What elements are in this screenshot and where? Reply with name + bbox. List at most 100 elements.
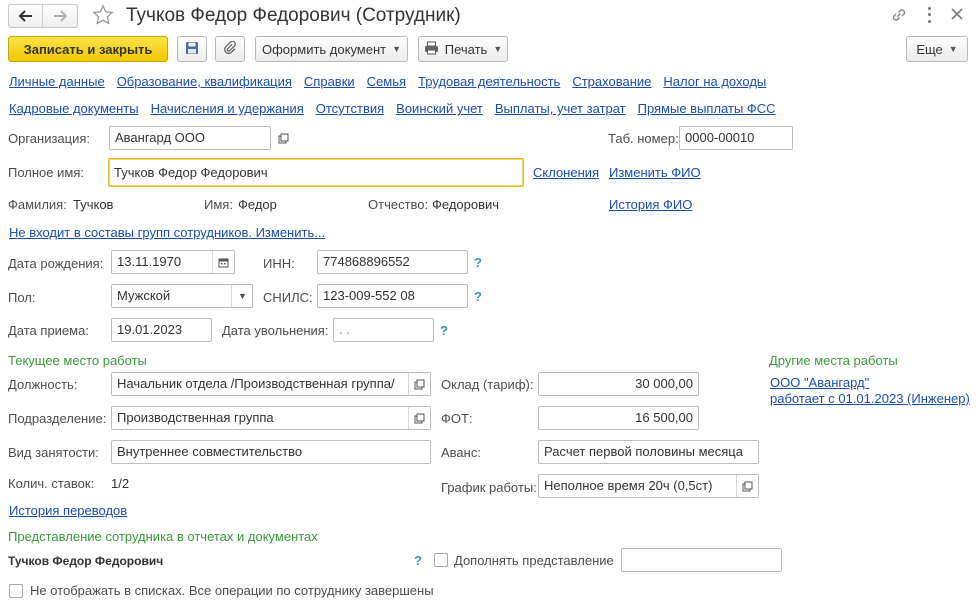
gender-label: Пол:	[8, 290, 36, 305]
back-button[interactable]	[8, 4, 78, 28]
department-label: Подразделение:	[8, 411, 107, 426]
hire-date-field[interactable]: 19.01.2023	[111, 318, 212, 342]
nav-link[interactable]: Образование, квалификация	[117, 74, 292, 89]
position-field[interactable]: Начальник отдела /Производственная групп…	[111, 372, 431, 396]
tab-number-label: Таб. номер:	[608, 131, 679, 146]
fot-value: 16 500,00	[635, 410, 693, 425]
favorite-star-icon[interactable]	[92, 4, 114, 29]
rates-value: 1/2	[111, 476, 130, 491]
open-position-icon[interactable]	[408, 373, 430, 395]
chevron-down-icon: ▼	[948, 44, 958, 54]
department-field[interactable]: Производственная группа	[111, 406, 431, 430]
inn-label: ИНН:	[263, 256, 295, 271]
nav-link[interactable]: Прямые выплаты ФСС	[638, 101, 776, 116]
position-label: Должность:	[8, 377, 78, 392]
back-arrow-icon[interactable]	[9, 5, 44, 27]
chevron-down-icon[interactable]: ▼	[231, 285, 253, 307]
create-document-label: Оформить документ	[261, 41, 387, 57]
open-department-icon[interactable]	[408, 407, 430, 429]
groups-link[interactable]: Не входит в составы групп сотрудников. И…	[9, 225, 325, 240]
forward-arrow-icon[interactable]	[43, 5, 77, 27]
paperclip-icon	[223, 40, 237, 58]
printer-icon	[424, 41, 439, 58]
fot-label: ФОТ:	[441, 411, 473, 426]
calendar-icon[interactable]	[212, 251, 234, 273]
other-workplace-org-link[interactable]: ООО "Авангард"	[770, 375, 869, 390]
nav-link[interactable]: Справки	[304, 74, 355, 89]
attach-button[interactable]	[215, 36, 245, 62]
inn-value: 774868896552	[323, 254, 410, 269]
org-value: Авангард ООО	[115, 130, 205, 145]
supplement-input[interactable]	[621, 548, 782, 572]
advance-label: Аванс:	[441, 445, 481, 460]
nav-link[interactable]: Начисления и удержания	[151, 101, 304, 116]
birth-label: Дата рождения:	[8, 256, 104, 271]
more-dropdown[interactable]: Еще ▼	[906, 36, 968, 62]
nav-link[interactable]: Выплаты, учет затрат	[495, 101, 626, 116]
nav-link[interactable]: Семья	[367, 74, 406, 89]
change-fio-link[interactable]: Изменить ФИО	[609, 165, 701, 180]
birth-date-value: 13.11.1970	[117, 254, 182, 269]
schedule-field[interactable]: Неполное время 20ч (0,5ст)	[538, 474, 759, 498]
transfers-history-link[interactable]: История переводов	[9, 503, 127, 518]
org-field[interactable]: Авангард ООО	[109, 126, 271, 150]
dismiss-date-field[interactable]: . .	[333, 318, 434, 342]
salary-label: Оклад (тариф):	[441, 377, 534, 392]
save-and-close-label: Записать и закрыть	[23, 41, 153, 57]
chevron-down-icon: ▼	[392, 44, 402, 54]
nav-link[interactable]: Налог на доходы	[663, 74, 766, 89]
close-icon[interactable]	[948, 5, 966, 26]
hire-label: Дата приема:	[8, 323, 89, 338]
nav-link[interactable]: Отсутствия	[316, 101, 384, 116]
nav-links-row-1: Личные данные Образование, квалификация Сп…	[9, 74, 766, 89]
hide-in-lists-label: Не отображать в списках. Все операции по…	[30, 583, 434, 598]
supplement-checkbox[interactable]	[434, 553, 448, 567]
fot-field[interactable]: 16 500,00	[538, 406, 699, 430]
print-label: Печать	[444, 41, 488, 57]
nav-link[interactable]: Страхование	[572, 74, 651, 89]
surname-value: Тучков	[73, 197, 114, 212]
fio-history-link[interactable]: История ФИО	[609, 197, 692, 212]
declension-link[interactable]: Склонения	[533, 165, 599, 180]
salary-field[interactable]: 30 000,00	[538, 372, 699, 396]
snils-field[interactable]: 123-009-552 08	[317, 284, 468, 308]
fullname-input[interactable]: Тучков Федор Федорович	[108, 158, 524, 187]
schedule-label: График работы:	[441, 480, 537, 495]
employment-type-field[interactable]: Внутреннее совместительство	[111, 440, 431, 464]
patronymic-label: Отчество:	[368, 197, 429, 212]
dismiss-help-icon[interactable]: ?	[440, 323, 448, 338]
hide-in-lists-checkbox[interactable]	[9, 584, 23, 598]
dismiss-date-value: . .	[339, 322, 350, 337]
nav-link[interactable]: Личные данные	[9, 74, 105, 89]
inn-help-icon[interactable]: ?	[474, 255, 482, 270]
link-icon[interactable]	[890, 6, 908, 27]
representation-help-icon[interactable]: ?	[414, 553, 422, 568]
schedule-value: Неполное время 20ч (0,5ст)	[544, 478, 713, 493]
nav-link[interactable]: Кадровые документы	[9, 101, 139, 116]
inn-field[interactable]: 774868896552	[317, 250, 468, 274]
representation-title: Представление сотрудника в отчетах и док…	[8, 529, 318, 544]
floppy-disk-icon	[185, 41, 199, 58]
salary-value: 30 000,00	[635, 376, 693, 391]
tab-number-field[interactable]: 0000-00010	[679, 126, 793, 150]
position-value: Начальник отдела /Производственная групп…	[117, 376, 395, 391]
snils-help-icon[interactable]: ?	[474, 289, 482, 304]
employment-type-label: Вид занятости:	[8, 445, 99, 460]
advance-value: Расчет первой половины месяца	[544, 444, 743, 459]
create-document-dropdown[interactable]: Оформить документ ▼	[255, 36, 408, 62]
department-value: Производственная группа	[117, 410, 274, 425]
other-workplace-since-link[interactable]: работает с 01.01.2023 (Инженер)	[770, 391, 970, 406]
nav-link[interactable]: Воинский учет	[396, 101, 483, 116]
name-value: Федор	[238, 197, 277, 212]
nav-link[interactable]: Трудовая деятельность	[418, 74, 560, 89]
save-button[interactable]	[177, 36, 207, 62]
advance-field[interactable]: Расчет первой половины месяца	[538, 440, 759, 464]
employment-type-value: Внутреннее совместительство	[117, 444, 303, 459]
open-org-icon[interactable]	[272, 127, 294, 149]
print-dropdown[interactable]: Печать ▼	[418, 36, 508, 62]
gender-value: Мужской	[117, 288, 171, 303]
more-menu-icon[interactable]	[924, 5, 934, 25]
current-workplace-title: Текущее место работы	[8, 353, 147, 368]
save-and-close-button[interactable]: Записать и закрыть	[8, 36, 168, 62]
open-schedule-icon[interactable]	[736, 475, 758, 497]
